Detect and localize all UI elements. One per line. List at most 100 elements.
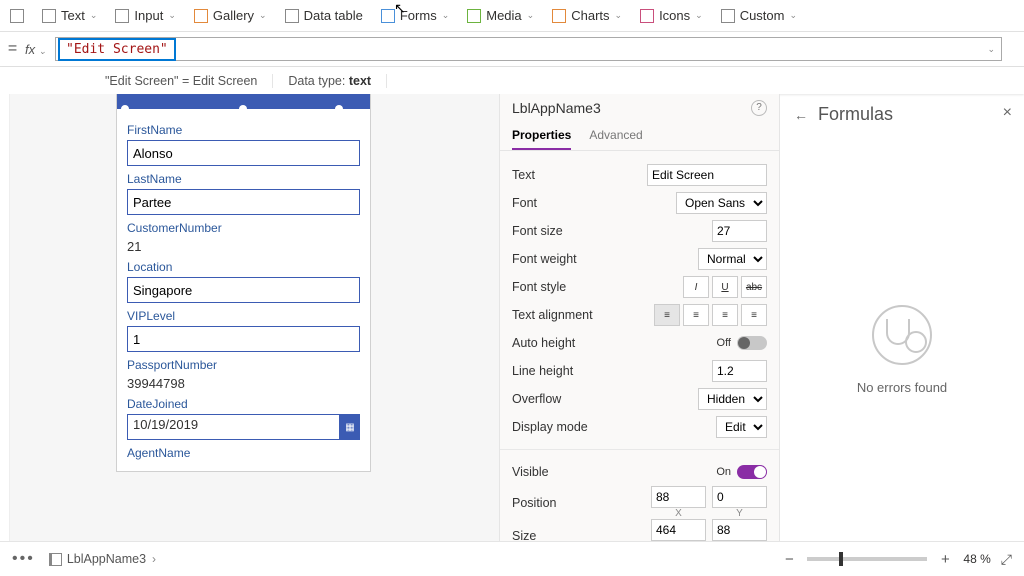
selection-handle[interactable] [335, 105, 343, 113]
tab-properties[interactable]: Properties [512, 122, 571, 150]
cursor-icon: ↖ [394, 0, 406, 17]
datejoined-input[interactable]: 10/19/2019 ▦ [127, 414, 360, 440]
main-area: FirstName LastName CustomerNumber 21 Loc… [0, 94, 1024, 541]
autoheight-toggle[interactable] [737, 336, 767, 350]
breadcrumb[interactable]: LblAppName3 [49, 552, 146, 566]
field-label: PassportNumber [127, 358, 360, 372]
field-label: Location [127, 260, 360, 274]
help-icon[interactable]: ? [751, 100, 767, 116]
chevron-down-icon[interactable]: ⌄ [987, 44, 995, 55]
ribbon-label: Data table [304, 8, 363, 23]
tree-pane[interactable] [0, 94, 10, 541]
ribbon-item-gallery[interactable]: Gallery⌄ [194, 8, 267, 23]
chevron-right-icon[interactable]: › [152, 552, 156, 566]
prop-label: Position [512, 496, 651, 510]
strikethrough-button[interactable]: abc [741, 276, 767, 298]
field-label: FirstName [127, 123, 360, 137]
fit-to-window-button[interactable]: ⤢ [1001, 551, 1012, 568]
selection-handle[interactable] [239, 105, 247, 113]
firstname-input[interactable] [127, 140, 360, 166]
formulas-panel: ← Formulas × No errors found [779, 94, 1024, 541]
size-height-input[interactable] [712, 519, 767, 541]
formula-text: "Edit Screen" [58, 38, 176, 61]
phone-frame: FirstName LastName CustomerNumber 21 Loc… [116, 94, 371, 472]
zoom-slider[interactable] [807, 557, 927, 561]
selection-handle[interactable] [121, 105, 129, 113]
sublabel: X [651, 508, 706, 519]
prop-fontweight-select[interactable]: Normal [698, 248, 767, 270]
formula-result-bar: "Edit Screen" = Edit Screen Data type: t… [0, 67, 1024, 94]
prop-overflow-select[interactable]: Hidden [698, 388, 767, 410]
formula-evaluation: "Edit Screen" = Edit Screen [90, 74, 273, 88]
ribbon-label: Text [61, 8, 85, 23]
prop-text-input[interactable] [647, 164, 767, 186]
no-errors-text: No errors found [794, 380, 1010, 395]
zoom-in-button[interactable]: + [937, 551, 953, 568]
prop-font-select[interactable]: Open Sans [676, 192, 767, 214]
align-center-button[interactable]: ≡ [683, 304, 709, 326]
field-label: LastName [127, 172, 360, 186]
sublabel: Y [712, 508, 767, 519]
prop-label: Visible [512, 465, 716, 479]
underline-button[interactable]: U [712, 276, 738, 298]
zoom-value: 48 % [963, 552, 990, 566]
datatable-icon [285, 9, 299, 23]
formula-bar: = fx ⌄ "Edit Screen" ⌄ [0, 32, 1024, 67]
position-x-input[interactable] [651, 486, 706, 508]
design-canvas[interactable]: FirstName LastName CustomerNumber 21 Loc… [10, 94, 499, 541]
ribbon-item-forms[interactable]: Forms⌄ [381, 8, 449, 23]
field-label: VIPLevel [127, 309, 360, 323]
prop-label: Text alignment [512, 308, 654, 322]
prop-displaymode-select[interactable]: Edit [716, 416, 767, 438]
visible-toggle[interactable] [737, 465, 767, 479]
align-right-button[interactable]: ≡ [712, 304, 738, 326]
calendar-icon[interactable]: ▦ [340, 414, 360, 440]
no-errors-message: No errors found [794, 305, 1010, 395]
location-input[interactable] [127, 277, 360, 303]
ribbon-item-custom[interactable]: Custom⌄ [721, 8, 797, 23]
zoom-out-button[interactable]: − [781, 551, 797, 568]
charts-icon [552, 9, 566, 23]
position-y-input[interactable] [712, 486, 767, 508]
ribbon-icon [10, 9, 24, 23]
label-control-icon [49, 553, 62, 566]
insert-ribbon: Text⌄ Input⌄ Gallery⌄ Data table Forms⌄ … [0, 0, 1024, 32]
prop-label: Display mode [512, 420, 716, 434]
ribbon-item-media[interactable]: Media⌄ [467, 8, 534, 23]
date-text[interactable]: 10/19/2019 [127, 414, 340, 440]
tab-advanced[interactable]: Advanced [589, 122, 642, 150]
align-left-button[interactable]: ≡ [654, 304, 680, 326]
size-width-input[interactable] [651, 519, 706, 541]
prop-fontsize-input[interactable] [712, 220, 767, 242]
ribbon-item-icons[interactable]: Icons⌄ [640, 8, 703, 23]
passportnumber-value: 39944798 [127, 376, 360, 391]
lastname-input[interactable] [127, 189, 360, 215]
prop-label: Text [512, 168, 647, 182]
more-icon[interactable]: ••• [12, 550, 35, 568]
selected-control-name: LblAppName3 [512, 100, 751, 116]
viplevel-input[interactable] [127, 326, 360, 352]
text-icon [42, 9, 56, 23]
italic-button[interactable]: I [683, 276, 709, 298]
screen-header[interactable] [117, 94, 370, 109]
ribbon-item-0[interactable] [10, 9, 24, 23]
back-arrow-icon[interactable]: ← [794, 107, 808, 123]
field-label: AgentName [127, 446, 360, 460]
ribbon-item-input[interactable]: Input ⌄ [115, 8, 175, 23]
formula-input[interactable]: "Edit Screen" ⌄ [55, 37, 1002, 61]
prop-label: Line height [512, 364, 712, 378]
fx-icon[interactable]: fx ⌄ [25, 42, 55, 57]
chevron-down-icon: ⌄ [168, 10, 176, 21]
formulas-title: Formulas [818, 104, 893, 125]
ribbon-label: Input [134, 8, 163, 23]
close-icon[interactable]: × [1003, 104, 1012, 122]
ribbon-item-datatable[interactable]: Data table [285, 8, 363, 23]
align-justify-button[interactable]: ≡ [741, 304, 767, 326]
equals-icon: = [0, 40, 25, 58]
ribbon-item-charts[interactable]: Charts⌄ [552, 8, 622, 23]
field-label: CustomerNumber [127, 221, 360, 235]
customernumber-value: 21 [127, 239, 360, 254]
ribbon-item-text[interactable]: Text⌄ [42, 8, 97, 23]
prop-label: Auto height [512, 336, 717, 350]
prop-lineheight-input[interactable] [712, 360, 767, 382]
